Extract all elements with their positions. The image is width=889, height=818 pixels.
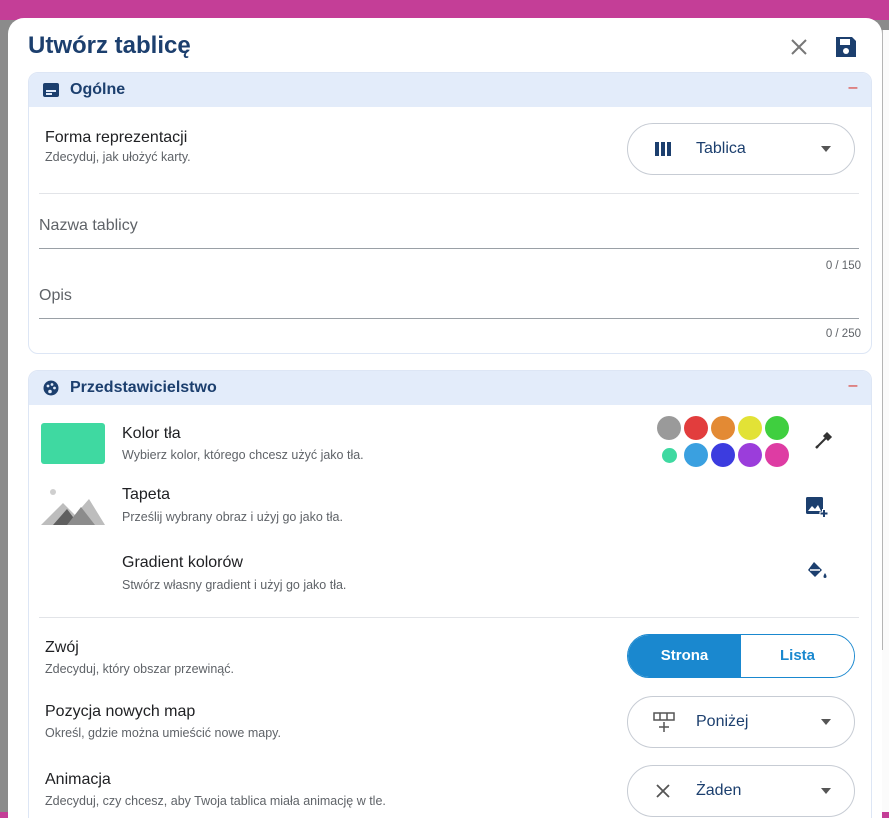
color-swatch[interactable] [657, 416, 681, 440]
board-name-underline [39, 248, 859, 249]
animation-value: Żaden [696, 782, 742, 799]
chevron-down-icon [821, 146, 831, 152]
eyedropper-button[interactable] [812, 428, 836, 452]
wallpaper-label: Tapeta [122, 486, 171, 503]
appearance-collapse-button[interactable]: – [847, 377, 859, 397]
columns-icon [655, 142, 671, 156]
dialog-title: Utwórz tablicę [28, 32, 191, 59]
general-collapse-button[interactable]: – [847, 79, 859, 99]
scroll-option-page[interactable]: Strona [628, 635, 741, 677]
add-photo-icon [806, 497, 829, 518]
representation-select[interactable]: Tablica [627, 123, 855, 175]
background-color-label: Kolor tła [122, 425, 181, 442]
animation-select[interactable]: Żaden [627, 765, 855, 817]
new-maps-position-select[interactable]: Poniżej [627, 696, 855, 748]
none-icon [656, 784, 670, 798]
general-section-title: Ogólne [70, 81, 126, 98]
create-board-dialog: Utwórz tablicę Ogólne – Forma reprezenta… [8, 18, 882, 818]
description-input[interactable]: Opis [39, 287, 72, 305]
color-swatch[interactable] [711, 443, 735, 467]
animation-hint: Zdecyduj, czy chcesz, aby Twoja tablica … [45, 794, 386, 808]
gradient-button[interactable] [805, 559, 829, 583]
save-button[interactable] [833, 34, 859, 60]
scroll-toggle: Strona Lista [627, 634, 855, 678]
new-maps-position-label: Pozycja nowych map [45, 703, 196, 720]
new-maps-position-value: Poniżej [696, 713, 749, 730]
chevron-down-icon [821, 788, 831, 794]
color-swatch[interactable] [662, 448, 677, 463]
scroll-option-list[interactable]: Lista [741, 635, 854, 677]
color-swatch[interactable] [738, 416, 762, 440]
general-section: Ogólne – Forma reprezentacji Zdecyduj, j… [28, 72, 872, 354]
gradient-label: Gradient kolorów [122, 554, 243, 571]
scroll-label: Zwój [45, 639, 79, 656]
appearance-section-header[interactable]: Przedstawicielstwo – [29, 371, 871, 405]
representation-value: Tablica [696, 140, 746, 157]
representation-label: Forma reprezentacji [45, 129, 188, 146]
board-name-counter: 0 / 150 [825, 260, 861, 272]
color-swatch[interactable] [684, 443, 708, 467]
appearance-section-title: Przedstawicielstwo [70, 379, 217, 396]
gradient-hint: Stwórz własny gradient i użyj go jako tł… [122, 578, 347, 592]
card-icon [43, 83, 59, 97]
color-swatch[interactable] [765, 443, 789, 467]
close-icon [791, 39, 807, 55]
chevron-down-icon [821, 719, 831, 725]
divider [39, 193, 859, 194]
general-section-header[interactable]: Ogólne – [29, 73, 871, 107]
insert-below-icon [653, 712, 675, 732]
description-underline [39, 318, 859, 319]
color-swatch[interactable] [684, 416, 708, 440]
color-swatch[interactable] [711, 416, 735, 440]
description-counter: 0 / 250 [825, 328, 861, 340]
wallpaper-hint: Prześlij wybrany obraz i użyj go jako tł… [122, 510, 343, 524]
scroll-hint: Zdecyduj, który obszar przewinąć. [45, 662, 234, 676]
color-swatch[interactable] [738, 443, 762, 467]
background-color-hint: Wybierz kolor, którego chcesz użyć jako … [122, 448, 364, 462]
eyedropper-icon [815, 431, 833, 449]
divider [39, 617, 859, 618]
landscape-icon [41, 489, 105, 525]
board-name-input[interactable]: Nazwa tablicy [39, 217, 138, 235]
save-icon [836, 37, 856, 57]
animation-label: Animacja [45, 771, 111, 788]
color-swatch[interactable] [765, 416, 789, 440]
palette-icon [43, 380, 59, 396]
background-color-preview[interactable] [41, 423, 105, 464]
close-button[interactable] [786, 34, 812, 60]
upload-image-button[interactable] [805, 495, 829, 519]
representation-hint: Zdecyduj, jak ułożyć karty. [45, 150, 191, 164]
new-maps-position-hint: Określ, gdzie można umieścić nowe mapy. [45, 726, 281, 740]
appearance-section: Przedstawicielstwo – Kolor tła Wybierz k… [28, 370, 872, 818]
paint-bucket-icon [808, 562, 827, 578]
